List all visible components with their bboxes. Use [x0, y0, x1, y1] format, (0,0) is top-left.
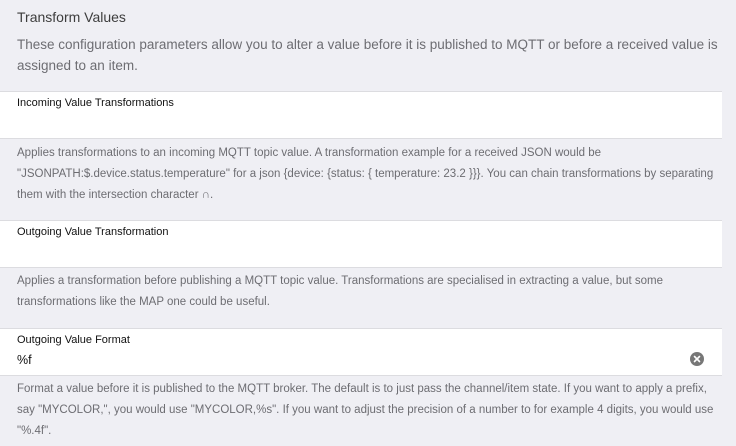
section-description: These configuration parameters allow you… [17, 37, 718, 73]
outgoing-transformation-input[interactable] [17, 243, 677, 261]
incoming-transformations-label: Incoming Value Transformations [17, 97, 174, 109]
outgoing-format-input[interactable] [17, 351, 677, 369]
incoming-transformations-field[interactable]: Incoming Value Transformations [0, 91, 722, 139]
outgoing-transformation-field[interactable]: Outgoing Value Transformation [0, 220, 722, 268]
outgoing-transformation-label: Outgoing Value Transformation [17, 226, 169, 238]
incoming-transformations-info: Applies transformations to an incoming M… [17, 147, 714, 201]
outgoing-transformation-info: Applies a transformation before publishi… [17, 275, 664, 308]
outgoing-format-info: Format a value before it is published to… [17, 383, 714, 437]
section-title: Transform Values [17, 9, 126, 25]
outgoing-format-field[interactable]: Outgoing Value Format [0, 328, 722, 376]
incoming-transformations-input[interactable] [17, 114, 677, 132]
outgoing-format-label: Outgoing Value Format [17, 334, 130, 346]
clear-circle-icon[interactable] [690, 352, 704, 366]
